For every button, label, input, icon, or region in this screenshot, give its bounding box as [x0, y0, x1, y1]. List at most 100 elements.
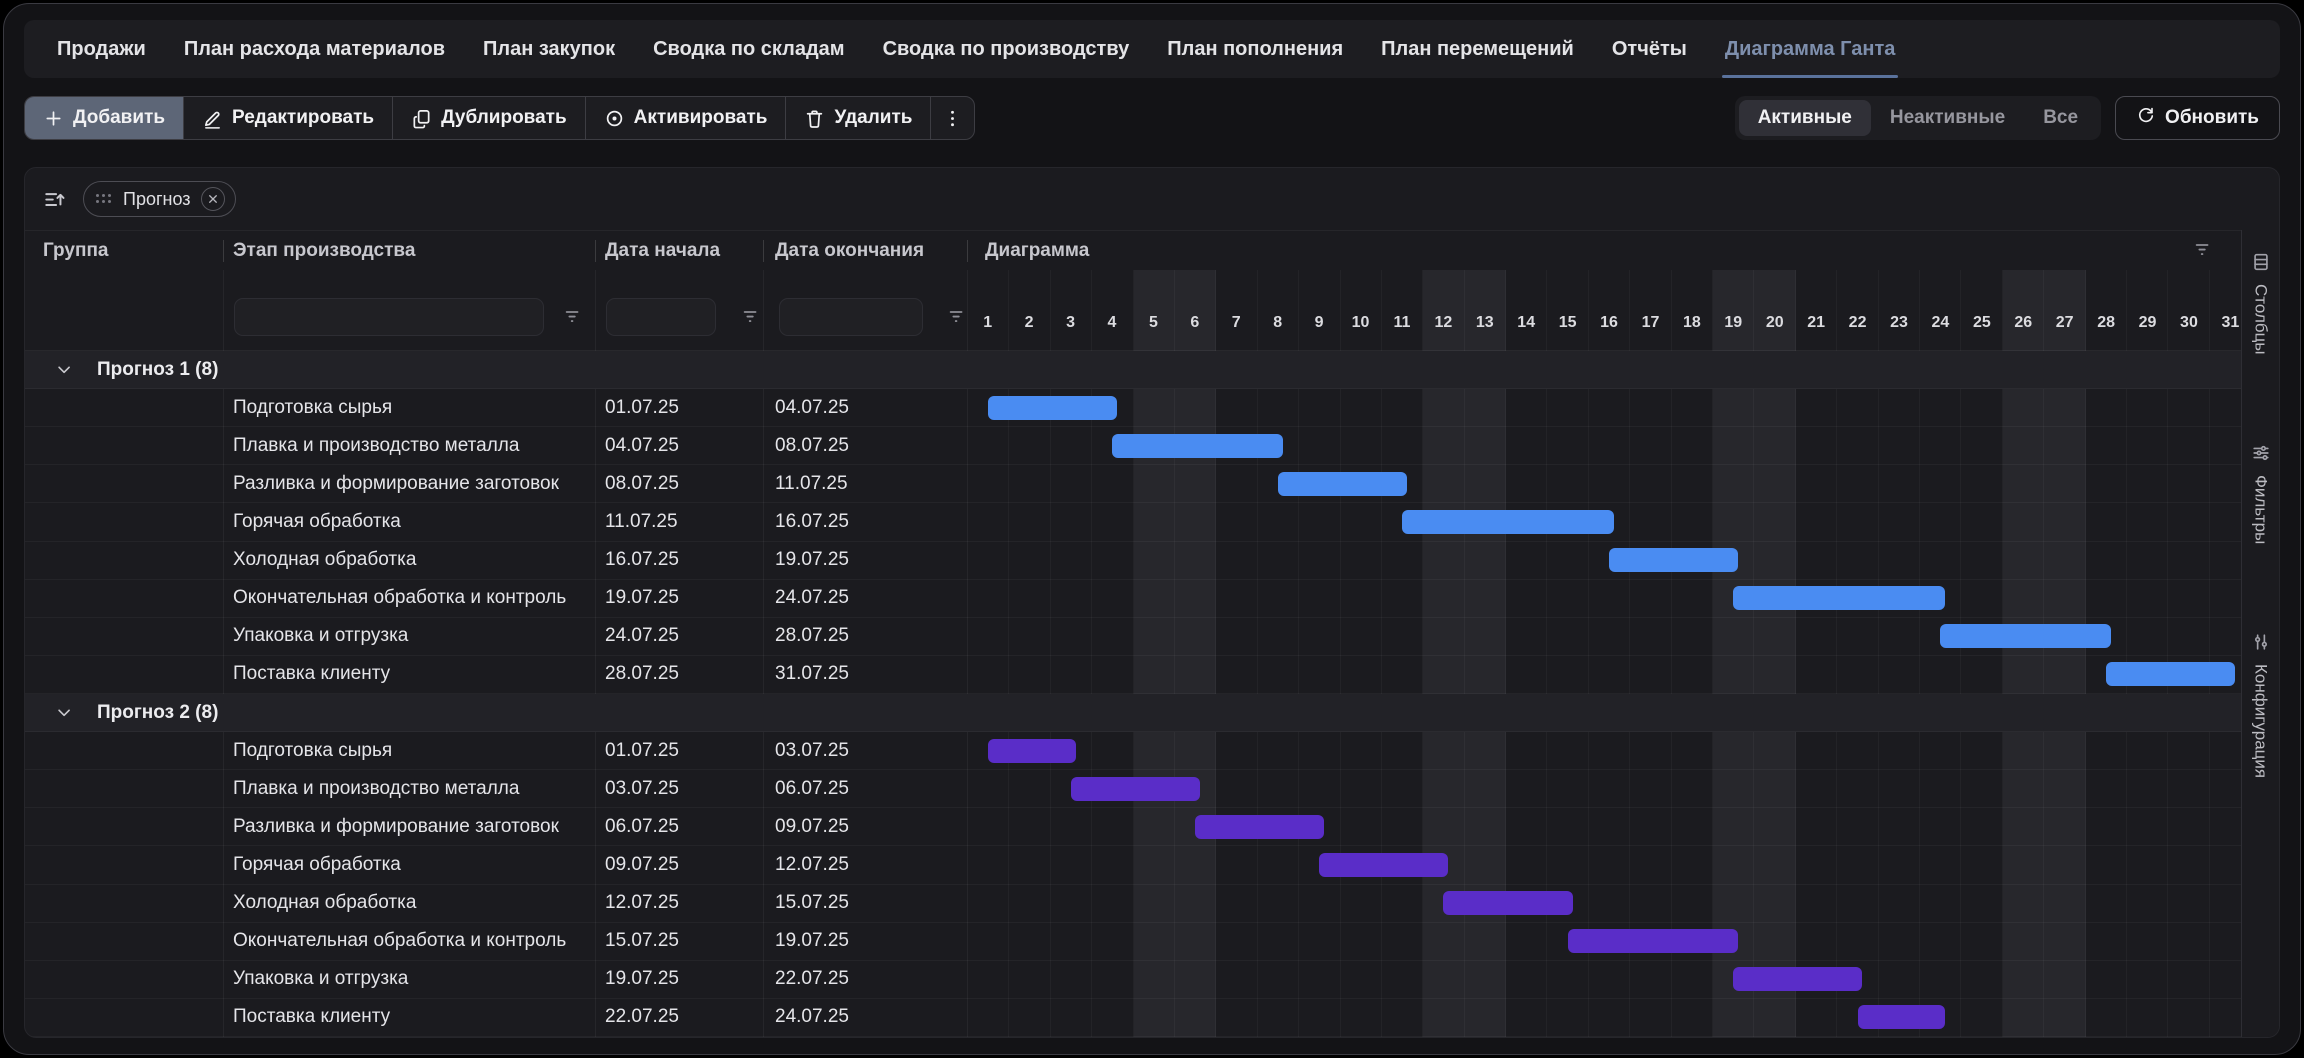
refresh-button[interactable]: Обновить — [2115, 96, 2280, 140]
tab-item[interactable]: План закупок — [464, 20, 634, 78]
diagram-filter-icon[interactable] — [2193, 240, 2213, 265]
gantt-bar[interactable] — [988, 396, 1117, 420]
copy-icon — [411, 108, 432, 129]
segment-option[interactable]: Неактивные — [1871, 100, 2024, 136]
table-row[interactable]: Подготовка сырья01.07.2503.07.25 — [25, 732, 2241, 770]
group-by-icon[interactable] — [43, 187, 67, 211]
start-date-cell: 01.07.25 — [605, 389, 679, 426]
gantt-bar[interactable] — [1071, 777, 1200, 801]
table-row[interactable]: Окончательная обработка и контроль19.07.… — [25, 580, 2241, 618]
start-date-cell: 04.07.25 — [605, 427, 679, 464]
stage-cell: Подготовка сырья — [233, 389, 392, 426]
gantt-bar[interactable] — [1609, 548, 1738, 572]
segment-option[interactable]: Активные — [1739, 100, 1871, 136]
rail-item-columns[interactable]: Столбцы — [2251, 252, 2271, 355]
gantt-bar[interactable] — [1443, 891, 1572, 915]
table-row[interactable]: Окончательная обработка и контроль15.07.… — [25, 923, 2241, 961]
start-date-cell: 28.07.25 — [605, 656, 679, 693]
stage-filter-icon[interactable] — [563, 307, 583, 332]
chevron-down-icon[interactable] — [55, 703, 75, 723]
table-row[interactable]: Упаковка и отгрузка24.07.2528.07.25 — [25, 618, 2241, 656]
stage-cell: Разливка и формирование заготовок — [233, 808, 559, 845]
end-filter-icon[interactable] — [947, 307, 967, 332]
tab-item[interactable]: Отчёты — [1593, 20, 1706, 78]
gantt-bar[interactable] — [1402, 510, 1614, 534]
tab-active[interactable]: Диаграмма Ганта — [1706, 20, 1915, 78]
drag-handle-icon[interactable] — [96, 194, 113, 205]
table-row[interactable]: Разливка и формирование заготовок08.07.2… — [25, 465, 2241, 503]
table-row[interactable]: Холодная обработка12.07.2515.07.25 — [25, 885, 2241, 923]
tab-item[interactable]: Сводка по складам — [634, 20, 863, 78]
group-row[interactable]: Прогноз 2 (8) — [25, 694, 2241, 732]
активировать-button[interactable]: Активировать — [586, 97, 787, 139]
toolbar-button-group: ДобавитьРедактироватьДублироватьАктивиро… — [24, 96, 975, 140]
table-row[interactable]: Плавка и производство металла03.07.2506.… — [25, 770, 2241, 808]
end-date-cell: 15.07.25 — [775, 885, 849, 922]
table-row[interactable]: Поставка клиенту28.07.2531.07.25 — [25, 656, 2241, 694]
group-row[interactable]: Прогноз 1 (8) — [25, 351, 2241, 389]
gantt-bar[interactable] — [1940, 624, 2111, 648]
tab-item[interactable]: Продажи — [38, 20, 165, 78]
gantt-bar[interactable] — [1858, 1005, 1946, 1029]
start-date-cell: 08.07.25 — [605, 465, 679, 502]
toolbar-right: АктивныеНеактивныеВсе Обновить — [1735, 96, 2280, 140]
table-row[interactable]: Холодная обработка16.07.2519.07.25 — [25, 542, 2241, 580]
segment-option[interactable]: Все — [2024, 100, 2097, 136]
table-row[interactable]: Разливка и формирование заготовок06.07.2… — [25, 808, 2241, 846]
tab-item[interactable]: План перемещений — [1362, 20, 1593, 78]
end-date-cell: 16.07.25 — [775, 503, 849, 540]
stage-filter-input[interactable] — [234, 298, 544, 336]
end-date-filter-input[interactable] — [779, 298, 923, 336]
rail-label: Фильтры — [2251, 475, 2271, 544]
stage-cell: Плавка и производство металла — [233, 427, 519, 464]
table-row[interactable]: Поставка клиенту22.07.2524.07.25 — [25, 999, 2241, 1037]
gantt-bar[interactable] — [1195, 815, 1324, 839]
end-date-cell: 04.07.25 — [775, 389, 849, 426]
tab-item[interactable]: Сводка по производству — [864, 20, 1149, 78]
удалить-button[interactable]: Удалить — [786, 97, 931, 139]
дублировать-button[interactable]: Дублировать — [393, 97, 586, 139]
start-date-cell: 19.07.25 — [605, 961, 679, 998]
добавить-button[interactable]: Добавить — [25, 97, 184, 139]
side-rail: Столбцы Фильтры Конфигурация — [2241, 230, 2279, 1037]
table-row[interactable]: Горячая обработка11.07.2516.07.25 — [25, 503, 2241, 541]
gantt-bar[interactable] — [1112, 434, 1283, 458]
tab-item[interactable]: План расхода материалов — [165, 20, 464, 78]
config-icon — [2251, 632, 2271, 652]
gantt-bar[interactable] — [1733, 586, 1945, 610]
rail-item-config[interactable]: Конфигурация — [2251, 632, 2271, 778]
gantt-bar[interactable] — [1319, 853, 1448, 877]
end-date-cell: 19.07.25 — [775, 542, 849, 579]
more-actions-button[interactable] — [931, 97, 974, 139]
col-header-group: Группа — [43, 231, 109, 271]
remove-chip-icon[interactable] — [201, 187, 225, 211]
start-filter-icon[interactable] — [741, 307, 761, 332]
table-row[interactable]: Подготовка сырья 01.07.25 04.07.25 — [25, 389, 2241, 427]
gantt-bar[interactable] — [1568, 929, 1739, 953]
top-tab-bar: ПродажиПлан расхода материаловПлан закуп… — [24, 20, 2280, 78]
start-date-cell: 16.07.25 — [605, 542, 679, 579]
trash-icon — [804, 108, 825, 129]
row-chart-area — [967, 732, 2251, 769]
tab-item[interactable]: План пополнения — [1148, 20, 1362, 78]
refresh-label: Обновить — [2165, 107, 2259, 129]
start-date-cell: 12.07.25 — [605, 885, 679, 922]
row-chart-area — [967, 961, 2251, 998]
filter-chip[interactable]: Прогноз — [83, 181, 236, 217]
редактировать-button[interactable]: Редактировать — [184, 97, 393, 139]
header-divider — [595, 240, 596, 262]
table-row[interactable]: Упаковка и отгрузка19.07.2522.07.25 — [25, 961, 2241, 999]
gantt-bar[interactable] — [1733, 967, 1862, 991]
col-header-diagram: Диаграмма — [985, 231, 1089, 271]
table-row[interactable]: Горячая обработка09.07.2512.07.25 — [25, 846, 2241, 884]
chevron-down-icon[interactable] — [55, 360, 75, 380]
stage-cell: Горячая обработка — [233, 846, 401, 883]
gantt-bar[interactable] — [1278, 472, 1407, 496]
app-window: ПродажиПлан расхода материаловПлан закуп… — [3, 3, 2301, 1055]
gantt-bar[interactable] — [2106, 662, 2235, 686]
rail-item-filters[interactable]: Фильтры — [2251, 443, 2271, 544]
start-date-filter-input[interactable] — [606, 298, 716, 336]
table-row[interactable]: Плавка и производство металла04.07.2508.… — [25, 427, 2241, 465]
end-date-cell: 31.07.25 — [775, 656, 849, 693]
gantt-bar[interactable] — [988, 739, 1076, 763]
